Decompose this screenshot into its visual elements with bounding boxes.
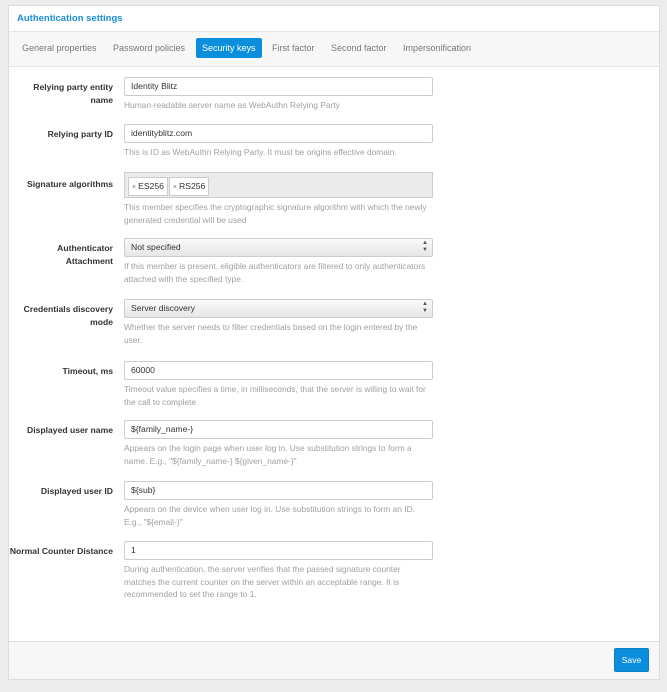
- field-label: Relying party ID: [47, 129, 113, 139]
- tab-bar: General properties Password policies Sec…: [9, 32, 659, 67]
- field-help: During authentication, the server verifi…: [124, 564, 401, 599]
- field-help: This is ID as WebAuthn Relying Party. It…: [124, 147, 397, 157]
- field-help: Whether the server needs to filter crede…: [124, 322, 418, 345]
- rp-name-input[interactable]: Identity Blitz: [124, 77, 433, 96]
- tab-security-keys[interactable]: Security keys: [196, 38, 262, 58]
- field-label: Relying party entity name: [33, 82, 113, 105]
- tag-rs256: × RS256: [168, 177, 210, 196]
- field-label: Authenticator Attachment: [57, 243, 113, 266]
- remove-icon[interactable]: ×: [132, 184, 136, 191]
- field-help: Appears on the login page when user log …: [124, 443, 412, 466]
- field-label: Displayed user name: [27, 425, 113, 435]
- signature-algorithms-input[interactable]: × ES256 × RS256: [124, 172, 433, 198]
- field-help: Human-readable server name as WebAuthn R…: [124, 100, 340, 110]
- field-help: Appears on the device when user log in. …: [124, 504, 415, 527]
- authenticator-attachment-select[interactable]: Not specified ▲ ▼: [124, 238, 433, 257]
- displayed-user-id-input[interactable]: ${sub}: [124, 481, 433, 500]
- tag-es256: × ES256: [128, 177, 168, 196]
- counter-distance-input[interactable]: 1: [124, 541, 433, 560]
- field-label: Credentials discovery mode: [23, 304, 113, 327]
- field-label: Signature algorithms: [27, 179, 113, 189]
- panel-title: Authentication settings: [9, 6, 659, 32]
- save-button[interactable]: Save: [614, 648, 649, 672]
- field-help: If this member is present, eligible auth…: [124, 261, 426, 284]
- timeout-input[interactable]: 60000: [124, 361, 433, 380]
- field-help: This member specifies the cryptographic …: [124, 202, 427, 225]
- field-label: Displayed user ID: [40, 486, 113, 496]
- tab-impersonification[interactable]: Impersonification: [397, 38, 477, 58]
- tab-password-policies[interactable]: Password policies: [107, 38, 191, 58]
- tab-second-factor[interactable]: Second factor: [325, 38, 393, 58]
- panel-footer: Save: [9, 641, 659, 679]
- field-label: Normal Counter Distance: [9, 546, 113, 556]
- select-arrows-icon: ▲ ▼: [422, 240, 428, 253]
- credentials-discovery-select[interactable]: Server discovery ▲ ▼: [124, 299, 433, 318]
- auth-settings-panel: Authentication settings General properti…: [8, 5, 660, 680]
- tab-general-properties[interactable]: General properties: [16, 38, 103, 58]
- field-label: Timeout, ms: [62, 366, 113, 376]
- field-help: Timeout value specifies a time, in milli…: [124, 384, 426, 407]
- rp-id-input[interactable]: identityblitz.com: [124, 124, 433, 143]
- tab-first-factor[interactable]: First factor: [266, 38, 321, 58]
- select-arrows-icon: ▲ ▼: [422, 301, 428, 314]
- remove-icon[interactable]: ×: [173, 184, 177, 191]
- displayed-user-name-input[interactable]: ${family_name-}: [124, 420, 433, 439]
